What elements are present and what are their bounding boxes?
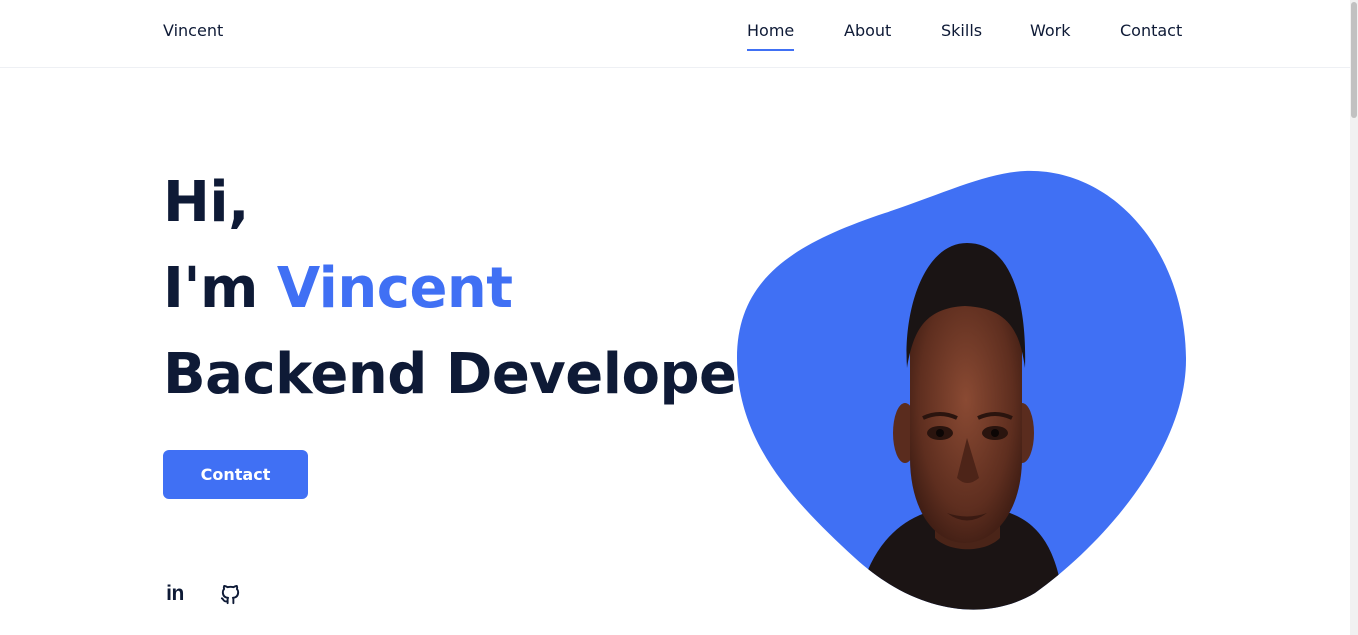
hero-text: Hi, I'm Vincent Backend Developer	[163, 160, 764, 418]
linkedin-link[interactable]: in	[163, 582, 187, 606]
scrollbar-thumb[interactable]	[1351, 2, 1357, 118]
profile-blob	[735, 168, 1190, 613]
contact-button[interactable]: Contact	[163, 450, 308, 499]
hero-name: Vincent	[276, 256, 513, 321]
profile-portrait-image	[737, 170, 1187, 610]
hero-intro-prefix: I'm	[163, 256, 277, 321]
nav-contact-link[interactable]: Contact	[1120, 21, 1182, 49]
hero-greeting: Hi,	[163, 170, 249, 235]
github-icon	[220, 584, 239, 604]
site-logo[interactable]: Vincent	[163, 21, 223, 40]
page-scrollbar[interactable]	[1350, 0, 1358, 635]
nav-home-link[interactable]: Home	[747, 21, 795, 51]
github-link[interactable]	[218, 582, 242, 606]
nav-about-link[interactable]: About	[844, 21, 891, 49]
linkedin-icon: in	[166, 582, 184, 605]
nav-skills-link[interactable]: Skills	[941, 21, 982, 49]
hero-role: Backend Developer	[163, 342, 764, 407]
nav-work-link[interactable]: Work	[1030, 21, 1071, 49]
hero-intro: I'm Vincent	[163, 246, 764, 332]
site-header: Vincent Home About Skills Work Contact	[0, 0, 1350, 68]
